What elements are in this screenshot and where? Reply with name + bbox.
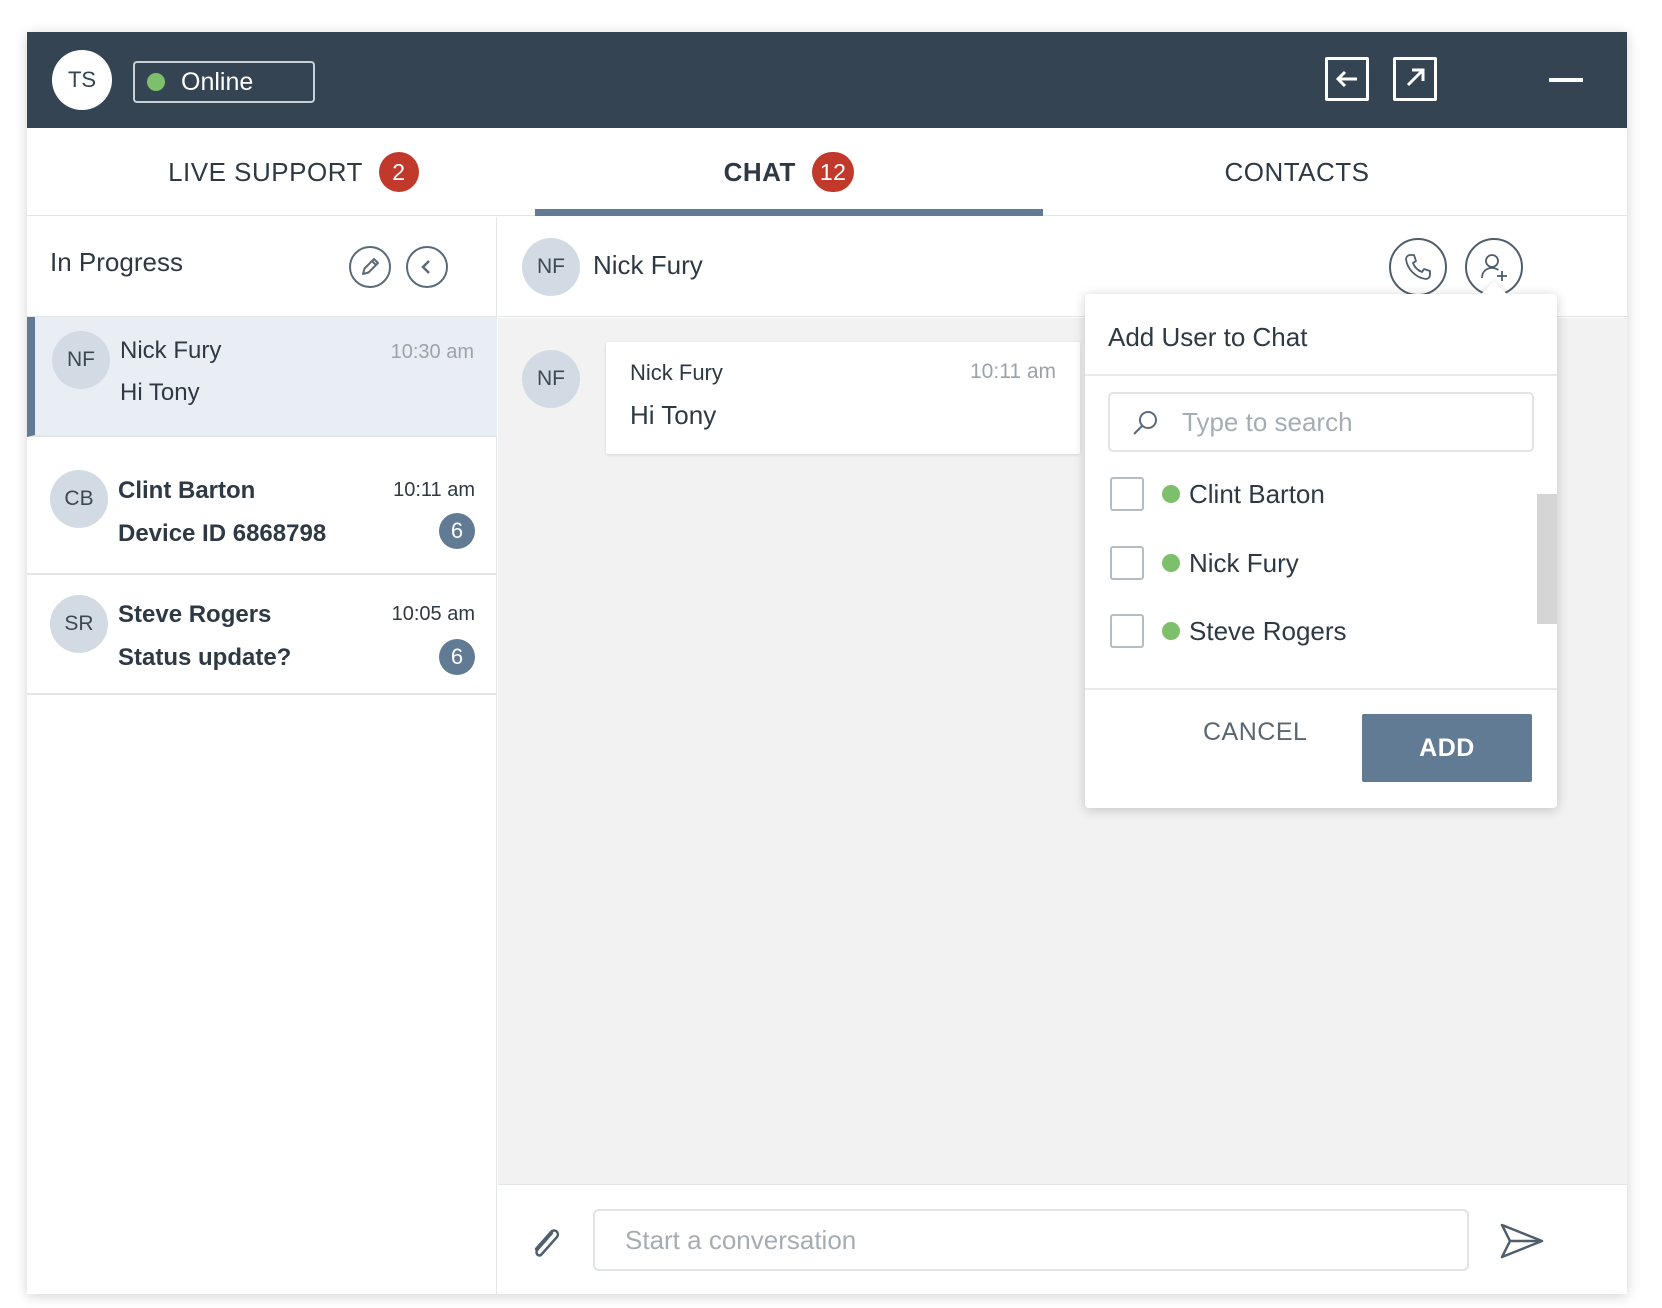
user-avatar[interactable]: TS	[52, 50, 112, 110]
conversation-list-header: In Progress	[27, 217, 497, 317]
paperclip-icon	[534, 1229, 560, 1257]
divider	[1085, 374, 1557, 376]
collapse-left-icon	[1335, 70, 1357, 88]
popover-title: Add User to Chat	[1108, 322, 1308, 352]
online-status-dot	[1162, 485, 1180, 503]
phone-icon	[1405, 254, 1431, 280]
message-time: 10:11 am	[970, 360, 1056, 383]
send-button[interactable]	[1498, 1219, 1546, 1263]
conversation-name: Nick Fury	[120, 337, 222, 364]
user-name: Clint Barton	[1189, 478, 1325, 509]
conversation-item-clint-barton[interactable]: CB Clint Barton Device ID 6868798 10:11 …	[27, 437, 497, 575]
conversation-time: 10:11 am	[393, 479, 475, 501]
message-avatar: NF	[522, 350, 580, 408]
tab-label: CONTACTS	[1224, 156, 1370, 187]
call-button[interactable]	[1389, 238, 1447, 296]
add-button[interactable]: ADD	[1362, 714, 1532, 782]
user-option-nick-fury[interactable]: Nick Fury	[1110, 545, 1510, 581]
attach-button[interactable]	[524, 1221, 568, 1265]
message-text: Hi Tony	[630, 400, 717, 430]
avatar: CB	[50, 470, 108, 528]
panel-title: In Progress	[50, 247, 183, 277]
conversation-preview: Status update?	[118, 644, 292, 671]
minimize-icon[interactable]	[1549, 68, 1585, 92]
pencil-icon	[362, 258, 379, 275]
collapse-panel-button[interactable]	[406, 246, 448, 288]
message-bubble: Nick Fury 10:11 am Hi Tony	[606, 342, 1080, 454]
conversation-item-nick-fury[interactable]: NF Nick Fury Hi Tony 10:30 am	[27, 317, 497, 437]
cancel-button[interactable]: CANCEL	[1203, 718, 1307, 747]
tab-live-support[interactable]: LIVE SUPPORT 2	[27, 128, 560, 216]
conversation-preview: Hi Tony	[120, 379, 200, 406]
unread-badge: 6	[439, 639, 475, 675]
status-label: Online	[181, 67, 254, 96]
online-status-dot	[1162, 622, 1180, 640]
user-name: Nick Fury	[1189, 547, 1299, 578]
online-status-dot	[1162, 554, 1180, 572]
user-option-clint-barton[interactable]: Clint Barton	[1110, 476, 1510, 512]
tab-chat[interactable]: CHAT 12	[535, 128, 1043, 216]
contact-avatar: NF	[522, 238, 580, 296]
conversation-item-steve-rogers[interactable]: SR Steve Rogers Status update? 10:05 am …	[27, 575, 497, 695]
user-name: Steve Rogers	[1189, 615, 1347, 646]
main-tabs: LIVE SUPPORT 2 CHAT 12 CONTACTS	[27, 128, 1627, 216]
chat-window: TS Online LIVE SUPPORT 2 CHAT 12 CONTACT…	[27, 32, 1627, 1294]
tab-contacts[interactable]: CONTACTS	[1043, 128, 1551, 216]
status-dropdown[interactable]: Online	[133, 61, 315, 103]
avatar: SR	[50, 595, 108, 653]
conversation-time: 10:30 am	[390, 341, 474, 363]
top-bar: TS Online	[27, 32, 1627, 128]
conversation-name: Clint Barton	[118, 477, 256, 504]
avatar: NF	[52, 331, 110, 389]
unread-badge: 6	[439, 513, 475, 549]
tab-label: CHAT	[723, 156, 796, 187]
tab-badge: 2	[378, 152, 419, 192]
search-icon	[1133, 411, 1157, 435]
tab-label: LIVE SUPPORT	[168, 156, 363, 187]
send-icon	[1500, 1223, 1544, 1259]
tab-badge: 12	[811, 152, 855, 192]
compose-button[interactable]	[349, 246, 391, 288]
divider	[1085, 688, 1557, 690]
popout-button[interactable]	[1393, 57, 1437, 101]
user-checkbox[interactable]	[1110, 614, 1144, 648]
add-user-popover: Add User to Chat Clint Barton Nick Fury …	[1085, 281, 1557, 808]
conversation-name: Steve Rogers	[118, 601, 272, 628]
message-composer	[498, 1184, 1627, 1294]
conversation-time: 10:05 am	[391, 603, 475, 625]
user-list-scrollbar[interactable]	[1537, 494, 1557, 624]
message-sender: Nick Fury	[630, 360, 723, 385]
conversation-list-panel: In Progress NF Nick Fury Hi Tony 10:30 a…	[27, 217, 497, 1294]
user-option-steve-rogers[interactable]: Steve Rogers	[1110, 613, 1510, 649]
add-user-icon	[1481, 254, 1507, 281]
popout-icon	[1406, 68, 1425, 87]
online-status-dot	[147, 73, 165, 91]
collapse-left-button[interactable]	[1325, 57, 1369, 101]
user-search-input[interactable]	[1182, 400, 1522, 444]
chevron-left-icon	[421, 260, 430, 274]
conversation-preview: Device ID 6868798	[118, 520, 327, 547]
user-checkbox[interactable]	[1110, 546, 1144, 580]
user-search-box[interactable]	[1108, 392, 1534, 452]
chat-contact-name: Nick Fury	[593, 250, 703, 280]
message-input[interactable]	[593, 1209, 1469, 1271]
user-checkbox[interactable]	[1110, 477, 1144, 511]
